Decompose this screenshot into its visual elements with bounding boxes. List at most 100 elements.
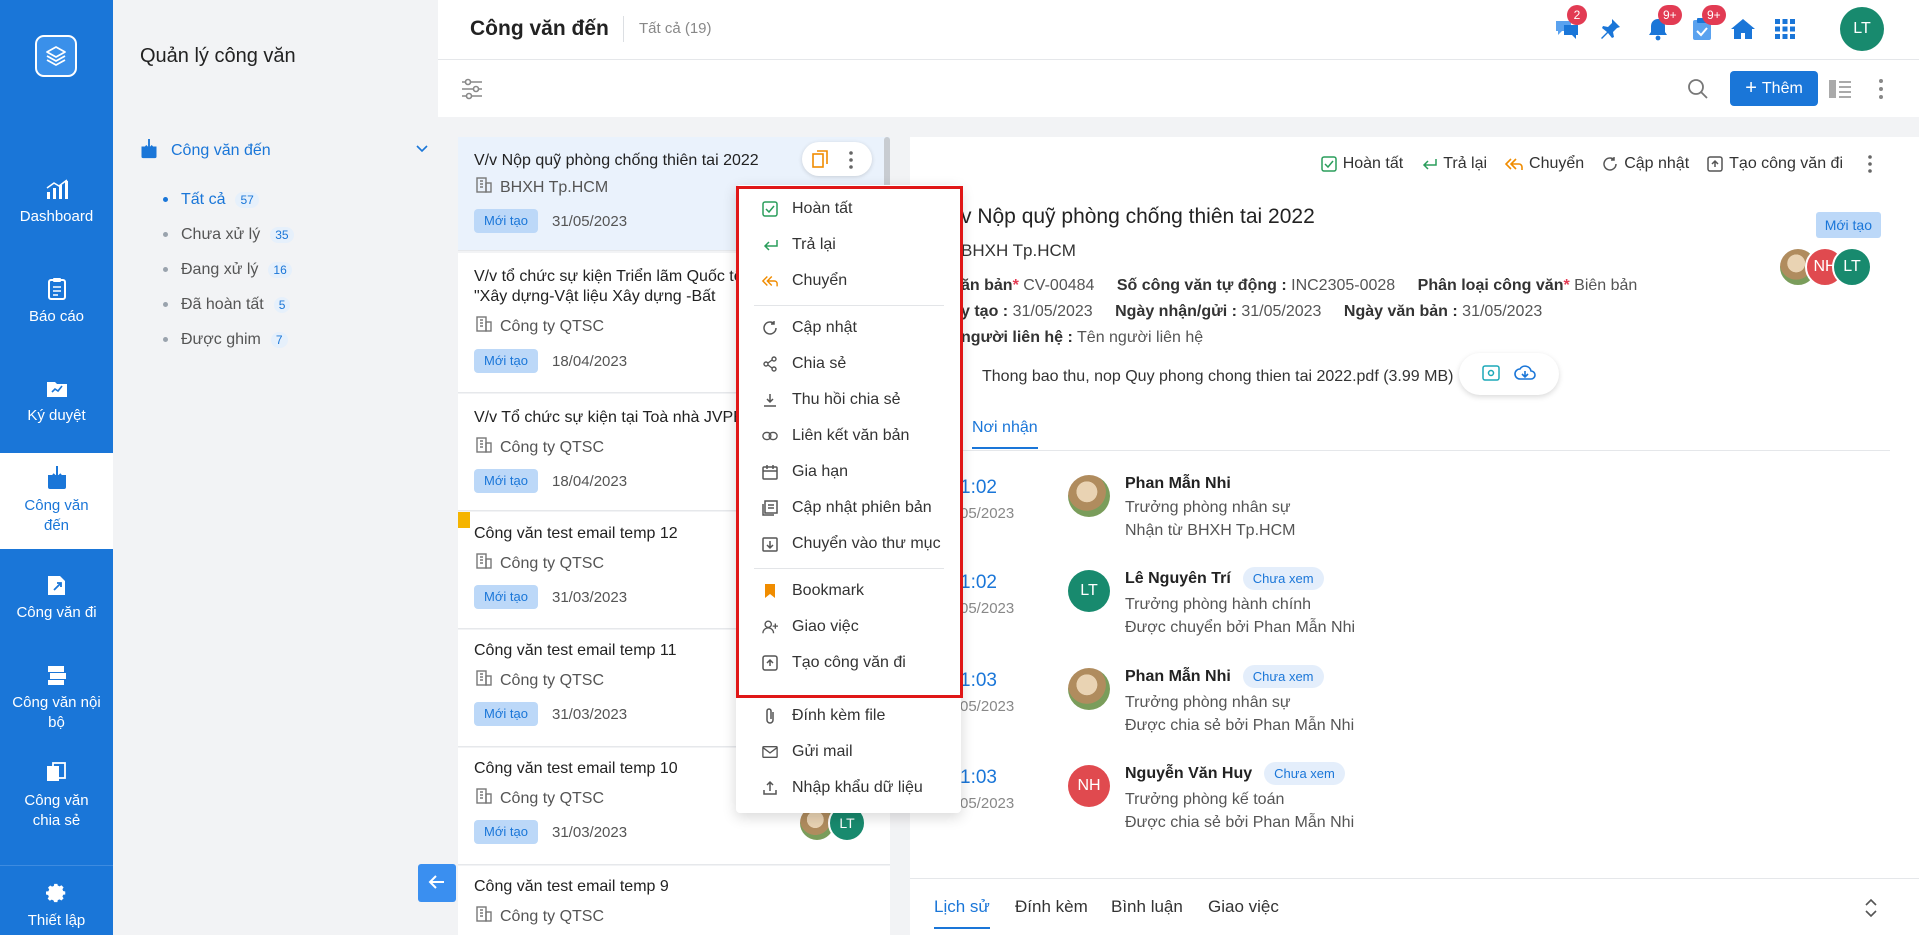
rail-item-cong-van-den[interactable]: Công văn đến: [0, 453, 113, 549]
forward-button[interactable]: Chuyển: [1505, 155, 1584, 173]
menu-item-tra-lai[interactable]: Trả lại: [736, 227, 961, 263]
menu-item-chuyen-vao-thu-muc[interactable]: Chuyển vào thư mục: [736, 526, 961, 562]
item-title: V/v Nộp quỹ phòng chống thiên tai 2022: [474, 152, 759, 169]
import-icon: [762, 780, 778, 796]
list-item[interactable]: Công văn test email temp 9 Công ty QTSC: [458, 866, 890, 935]
document-detail: Hoàn tất Trả lại Chuyển Cập nhật Tạo côn…: [910, 137, 1919, 935]
tab-binh-luan[interactable]: Bình luận: [1111, 897, 1183, 917]
tab-dinh-kem[interactable]: Đính kèm: [1015, 897, 1088, 917]
menu-item-gia-han[interactable]: Gia hạn: [736, 454, 961, 490]
count-badge: 57: [235, 191, 259, 208]
sidebar-item-chua-xu-ly[interactable]: Chưa xử lý 35: [163, 217, 294, 252]
rail-item-cong-van-chia-se[interactable]: Công văn chia sẻ: [0, 760, 113, 840]
menu-item-gui-mail[interactable]: Gửi mail: [736, 734, 961, 770]
rail-item-dashboard[interactable]: Dashboard: [0, 176, 113, 236]
search-icon[interactable]: [1687, 78, 1709, 103]
required-mark: *: [1012, 277, 1019, 294]
return-button[interactable]: Trả lại: [1421, 155, 1487, 173]
more-vertical-icon[interactable]: [848, 151, 854, 172]
item-org: Công ty QTSC: [476, 788, 604, 809]
sidebar-section-cong-van-den[interactable]: Công văn đến: [139, 138, 429, 164]
tab-giao-viec[interactable]: Giao việc: [1208, 897, 1279, 917]
attachment-file[interactable]: Thong bao thu, nop Quy phong chong thien…: [970, 357, 1454, 397]
expand-collapse-icon[interactable]: [1864, 897, 1878, 922]
menu-item-cap-nhat[interactable]: Cập nhật: [736, 310, 961, 346]
menu-item-giao-viec[interactable]: Giao việc: [736, 609, 961, 645]
rail-item-cong-van-di[interactable]: Công văn đi: [0, 572, 113, 632]
item-date: 31/03/2023: [552, 589, 628, 606]
field-label: Ngày nhận/gửi :: [1115, 303, 1237, 320]
receive-time: 1:03: [960, 767, 997, 788]
user-avatar[interactable]: LT: [1840, 7, 1884, 51]
sidebar-item-tat-ca[interactable]: Tất cả 57: [163, 182, 294, 217]
pin-button[interactable]: [1596, 16, 1624, 44]
avatar: [1068, 475, 1110, 517]
incoming-doc-icon: [45, 465, 69, 491]
cloud-download-icon[interactable]: [1514, 364, 1536, 384]
menu-label: Bookmark: [792, 582, 865, 599]
menu-item-cap-nhat-phien-ban[interactable]: Cập nhật phiên bản: [736, 490, 961, 526]
menu-item-chia-se[interactable]: Chia sẻ: [736, 346, 961, 382]
count-badge: 7: [270, 331, 288, 348]
receiver-name-label: Nguyễn Văn Huy: [1125, 765, 1253, 782]
menu-item-tao-cong-van-di[interactable]: Tạo công văn đi: [736, 645, 961, 681]
document-title: v Nộp quỹ phòng chống thiên tai 2022: [961, 205, 1315, 228]
filter-sliders-icon[interactable]: [460, 78, 484, 103]
preview-icon[interactable]: [1482, 364, 1500, 384]
menu-item-dinh-kem-file[interactable]: Đính kèm file: [736, 698, 961, 734]
bullet-icon: [163, 267, 168, 272]
bell-button[interactable]: 9+: [1644, 5, 1682, 44]
update-button[interactable]: Cập nhật: [1602, 155, 1689, 173]
tab-noi-nhan[interactable]: Nơi nhận: [972, 419, 1038, 449]
item-date: 31/03/2023: [552, 706, 628, 723]
complete-button[interactable]: Hoàn tất: [1320, 155, 1403, 173]
check-square-icon: [1320, 156, 1337, 172]
notification-badge: 9+: [1658, 5, 1682, 25]
menu-item-hoan-tat[interactable]: Hoàn tất: [736, 191, 961, 227]
menu-item-bookmark[interactable]: Bookmark: [736, 573, 961, 609]
receive-time: 1:02: [960, 477, 997, 498]
menu-item-chuyen[interactable]: Chuyển: [736, 263, 961, 299]
view-toggle-icon[interactable]: [1828, 78, 1852, 103]
create-outgoing-button[interactable]: Tạo công văn đi: [1707, 155, 1843, 173]
bottom-tabs: Lịch sử Đính kèm Bình luận Giao việc: [910, 878, 1919, 935]
avatar: LT: [1068, 570, 1110, 612]
receiver-note: Nhận từ BHXH Tp.HCM: [1125, 522, 1296, 539]
item-title: V/v Tổ chức sự kiện tại Toà nhà JVPE: [474, 409, 744, 426]
receiver-row: 1:03 05/2023 Phan Mẫn Nhi Chưa xem Trưởng…: [950, 660, 1890, 740]
status-badge: Mới tạo: [474, 820, 538, 844]
rail-label: Công văn đến: [24, 497, 89, 534]
tab-divider: [950, 450, 1890, 451]
item-date: 31/05/2023: [552, 213, 628, 230]
rail-item-bao-cao[interactable]: Báo cáo: [0, 276, 113, 336]
app-logo[interactable]: [35, 35, 77, 77]
apps-button[interactable]: [1771, 16, 1799, 44]
tab-lich-su[interactable]: Lịch sử: [934, 897, 990, 929]
sidebar-item-duoc-ghim[interactable]: Được ghim 7: [163, 322, 294, 357]
building-icon: [476, 553, 492, 574]
tasks-button[interactable]: 9+: [1688, 5, 1726, 44]
add-button[interactable]: + Thêm: [1730, 71, 1818, 106]
sidebar-item-da-hoan-tat[interactable]: Đã hoàn tất 5: [163, 287, 294, 322]
more-vertical-icon[interactable]: [1878, 78, 1884, 103]
home-button[interactable]: [1729, 16, 1757, 44]
mail-icon: [762, 745, 778, 759]
menu-item-lien-ket-van-ban[interactable]: Liên kết văn bản: [736, 418, 961, 454]
rail-item-ky-duyet[interactable]: Ký duyệt: [0, 375, 113, 435]
rail-item-thiet-lap[interactable]: Thiết lập: [0, 865, 113, 935]
sign-icon: [45, 375, 69, 401]
check-square-icon: [762, 201, 778, 217]
more-vertical-icon[interactable]: [1867, 155, 1879, 173]
folder-move-icon: [762, 536, 778, 552]
assign-user-icon: [762, 619, 778, 635]
menu-item-thu-hoi-chia-se[interactable]: Thu hồi chia sẻ: [736, 382, 961, 418]
menu-item-nhap-khau-du-lieu[interactable]: Nhập khẩu dữ liệu: [736, 770, 961, 806]
sidebar-item-dang-xu-ly[interactable]: Đang xử lý 16: [163, 252, 294, 287]
chevron-down-icon[interactable]: [415, 141, 429, 160]
app-rail: Dashboard Báo cáo Ký duyệt Công văn đến …: [0, 0, 113, 935]
chat-button[interactable]: 2: [1553, 5, 1587, 44]
collapse-sidebar-button[interactable]: [418, 864, 456, 902]
refresh-icon: [762, 320, 778, 336]
copy-icon[interactable]: [812, 150, 828, 171]
rail-item-cong-van-noi-bo[interactable]: Công văn nội bộ: [0, 662, 113, 742]
